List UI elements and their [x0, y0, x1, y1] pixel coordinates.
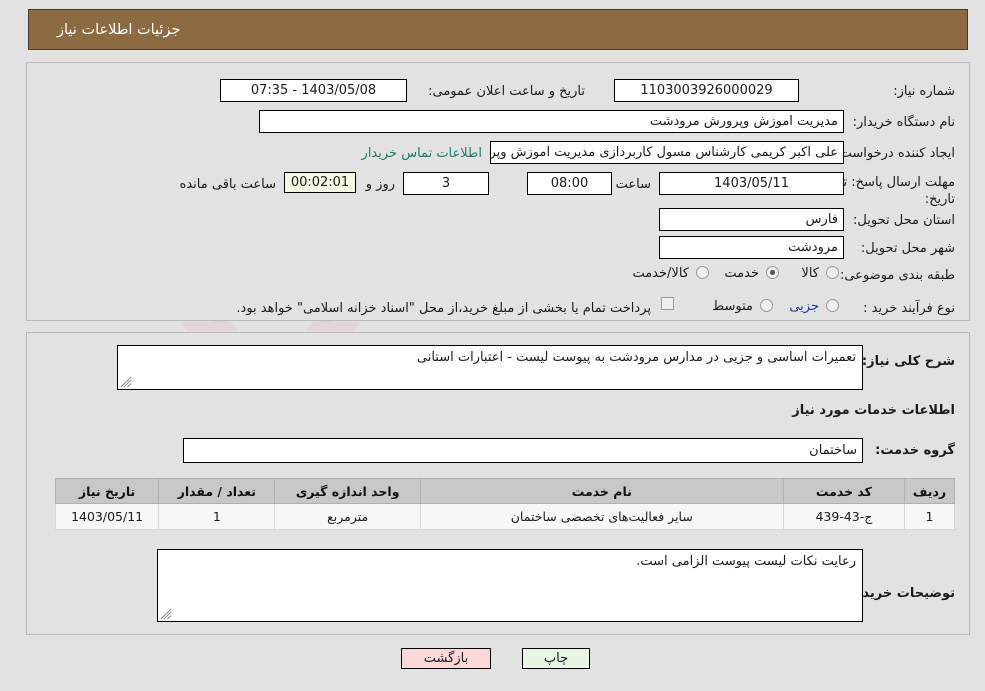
print-button[interactable]: چاپ: [522, 648, 590, 669]
col-need-date: تاریخ نیاز: [54, 478, 160, 504]
need-number-field[interactable]: 1103003926000029: [614, 79, 799, 102]
page-title: جزئیات اطلاعات نیاز: [57, 21, 181, 38]
cell-service-code: ج-43-439: [782, 503, 906, 530]
radio-category-khedmat-label[interactable]: خدمت: [724, 267, 759, 281]
need-number-label: شماره نیاز:: [893, 84, 955, 99]
remaining-hours-label: ساعت باقی مانده: [179, 177, 276, 192]
delivery-city-field[interactable]: مرودشت: [659, 236, 844, 259]
required-services-table: ردیف کد خدمت نام خدمت واحد اندازه گیری ت…: [54, 478, 955, 530]
need-summary-label: شرح کلی نیاز:: [861, 354, 955, 369]
deadline-label-line2: تاریخ:: [924, 192, 955, 207]
purchase-process-label: نوع فرآیند خرید :: [863, 301, 955, 316]
resize-grip-icon[interactable]: [160, 608, 172, 620]
need-details-panel: شرح کلی نیاز: تعمیرات اساسی و جزیی در مد…: [26, 332, 970, 635]
days-left-field[interactable]: 3: [403, 172, 489, 195]
page-header-bar: جزئیات اطلاعات نیاز: [28, 9, 968, 50]
buyer-notes-textarea[interactable]: رعایت نکات لیست پیوست الزامی است.: [157, 549, 863, 622]
request-creator-label: ایجاد کننده درخواست:: [835, 146, 955, 161]
table-row: 1 ج-43-439 سایر فعالیت‌های تخصصی ساختمان…: [54, 503, 955, 530]
col-service-code: کد خدمت: [782, 478, 906, 504]
buyer-notes-text: رعایت نکات لیست پیوست الزامی است.: [636, 554, 856, 569]
radio-process-motavaset[interactable]: [760, 299, 773, 312]
radio-process-jozii-label[interactable]: جزیی: [789, 300, 819, 314]
radio-process-motavaset-label[interactable]: متوسط: [712, 300, 753, 314]
islamic-treasury-checkbox[interactable]: [661, 297, 674, 310]
days-and-label: روز و: [365, 177, 395, 192]
back-button[interactable]: بازگشت: [401, 648, 491, 669]
need-summary-panel: شماره نیاز: 1103003926000029 تاریخ و ساع…: [26, 62, 970, 321]
page-root: جزئیات اطلاعات نیاز شماره نیاز: 11030039…: [0, 0, 985, 691]
subject-category-label: طبقه بندی موضوعی:: [839, 268, 955, 283]
delivery-province-field[interactable]: فارس: [659, 208, 844, 231]
radio-category-kala-khedmat-label[interactable]: کالا/خدمت: [632, 267, 689, 281]
announce-datetime-label: تاریخ و ساعت اعلان عمومی:: [428, 84, 585, 99]
deadline-hour-label: ساعت: [615, 177, 651, 192]
cell-radif: 1: [904, 503, 955, 530]
radio-process-jozii[interactable]: [826, 299, 839, 312]
cell-service-name: سایر فعالیت‌های تخصصی ساختمان: [419, 503, 784, 530]
countdown-timer-field: 00:02:01: [284, 172, 356, 193]
cell-unit: مترمربع: [274, 503, 421, 530]
need-summary-text: تعمیرات اساسی و جزیی در مدارس مرودشت به …: [416, 350, 856, 365]
radio-category-kala-label[interactable]: کالا: [801, 267, 819, 281]
need-summary-textarea[interactable]: تعمیرات اساسی و جزیی در مدارس مرودشت به …: [117, 345, 863, 390]
col-quantity: تعداد / مقدار: [158, 478, 276, 504]
service-group-field[interactable]: ساختمان: [183, 438, 863, 463]
delivery-city-label: شهر محل تحویل:: [860, 241, 955, 256]
buyer-org-field[interactable]: مدیریت اموزش وپرورش مرودشت: [259, 110, 844, 133]
buyer-contact-info-link[interactable]: اطلاعات تماس خریدار: [362, 146, 482, 161]
resize-grip-icon[interactable]: [120, 376, 132, 388]
buyer-org-label: نام دستگاه خریدار:: [852, 115, 955, 130]
radio-category-kala-khedmat[interactable]: [696, 266, 709, 279]
cell-need-date: 1403/05/11: [54, 503, 160, 530]
delivery-province-label: استان محل تحویل:: [853, 213, 955, 228]
deadline-date-field[interactable]: 1403/05/11: [659, 172, 844, 195]
cell-quantity: 1: [158, 503, 276, 530]
col-unit: واحد اندازه گیری: [274, 478, 421, 504]
service-group-label: گروه خدمت:: [875, 443, 955, 458]
services-section-heading: اطلاعات خدمات مورد نیاز: [792, 403, 955, 418]
radio-category-khedmat[interactable]: [766, 266, 779, 279]
table-header-row: ردیف کد خدمت نام خدمت واحد اندازه گیری ت…: [54, 478, 955, 504]
deadline-label-line1: مهلت ارسال پاسخ: تا: [839, 175, 955, 190]
deadline-time-field[interactable]: 08:00: [527, 172, 612, 195]
col-service-name: نام خدمت: [419, 478, 784, 504]
col-radif: ردیف: [904, 478, 955, 504]
announce-datetime-field[interactable]: 1403/05/08 - 07:35: [220, 79, 407, 102]
islamic-treasury-note: پرداخت تمام یا بخشی از مبلغ خرید،از محل …: [236, 301, 651, 316]
radio-category-kala[interactable]: [826, 266, 839, 279]
request-creator-field[interactable]: علی اکبر کریمی کارشناس مسول کاربردازی مد…: [490, 141, 844, 164]
